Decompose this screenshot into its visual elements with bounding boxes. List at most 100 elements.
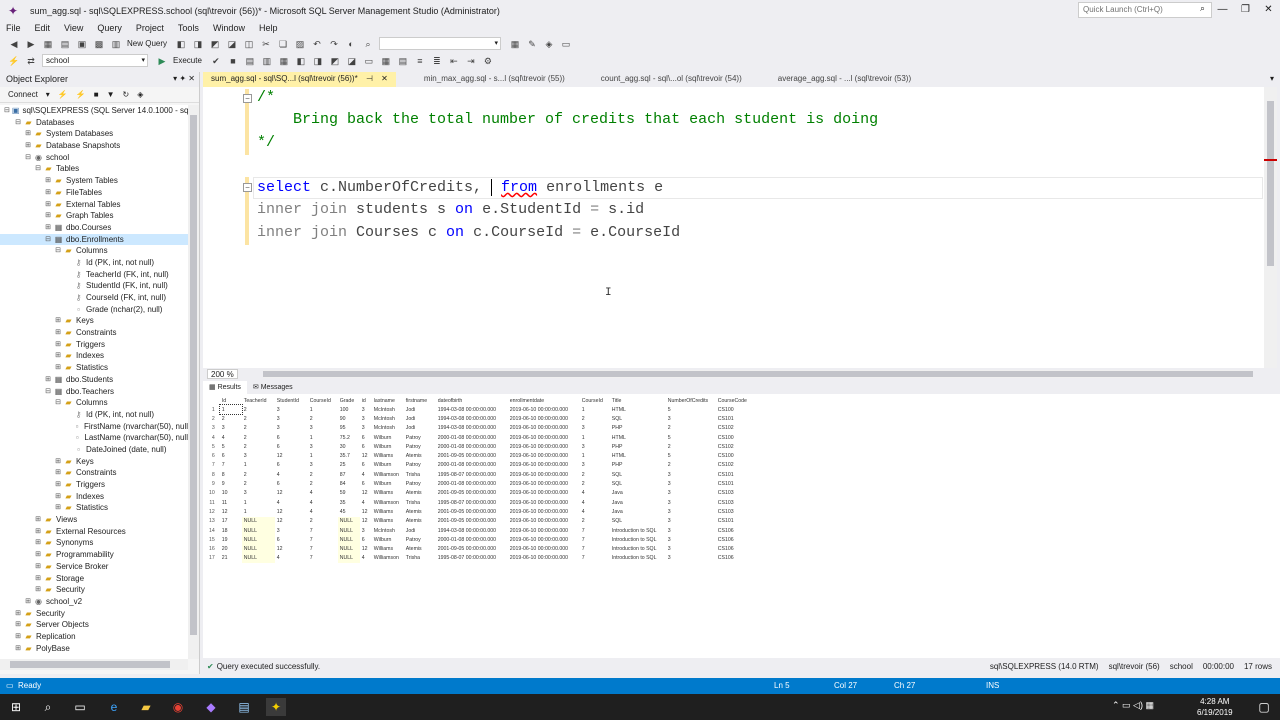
grid-cell[interactable]: PHP	[610, 461, 666, 470]
grid-cell[interactable]: NULL	[241, 535, 275, 545]
grid-cell[interactable]: Atemis	[404, 489, 436, 498]
menu-query[interactable]: Query	[97, 23, 122, 33]
grid-cell[interactable]: Jodi	[404, 424, 436, 433]
grid-cell[interactable]: 1	[242, 461, 275, 470]
grid-cell[interactable]: PHP	[610, 442, 666, 451]
table-row[interactable]: 12 12 1 12 4 45 12 Williams Atemis 2001-09-05 00:…	[207, 507, 756, 516]
grid-cell[interactable]: 3	[360, 414, 372, 423]
grid-cell[interactable]: 90	[338, 414, 360, 423]
grid-cell[interactable]: 4	[580, 498, 610, 507]
tree-node[interactable]: ⊟ ▰ Columns	[0, 245, 188, 257]
grid-column-header[interactable]: CourseCode	[716, 396, 756, 405]
grid-cell[interactable]: Williams	[372, 451, 404, 460]
grid-cell[interactable]: 5	[666, 433, 716, 442]
table-row[interactable]: 5 5 2 6 3 30 6 Wilburn Patroy 2000-01-08 00:00:00…	[207, 442, 756, 451]
back-icon[interactable]: ◀	[8, 38, 20, 50]
grid-cell[interactable]: 3	[666, 479, 716, 488]
grid-cell[interactable]: Trisha	[404, 554, 436, 563]
grid-cell[interactable]: 2019-06-10 00:00:00.000	[508, 535, 580, 544]
grid-column-header[interactable]: id	[360, 396, 372, 405]
row-number[interactable]: 11	[207, 498, 220, 507]
grid-cell[interactable]: 3	[580, 442, 610, 451]
dax-icon[interactable]: ◫	[243, 38, 255, 50]
save-all-icon[interactable]: ▩	[93, 38, 105, 50]
copy-icon[interactable]: ❏	[277, 38, 289, 50]
chrome-icon[interactable]: ◉	[168, 698, 188, 716]
grid-cell[interactable]: 2000-01-08 00:00:00.000	[436, 433, 508, 442]
grid-cell[interactable]: 2019-06-10 00:00:00.000	[508, 526, 580, 535]
grid-cell[interactable]: 35.7	[338, 451, 360, 460]
grid-cell[interactable]: 6	[275, 479, 308, 488]
grid-cell[interactable]: 2000-01-08 00:00:00.000	[436, 442, 508, 451]
grid-cell[interactable]: Williamson	[372, 498, 404, 507]
grid-cell[interactable]: 19	[220, 535, 242, 544]
grid-cell[interactable]: 7	[580, 544, 610, 553]
minimize-button[interactable]: —	[1211, 0, 1234, 20]
grid-cell[interactable]: 7	[308, 554, 338, 563]
grid-cell[interactable]: 30	[338, 442, 360, 451]
grid-cell[interactable]: 5	[666, 405, 716, 414]
taskbar-clock[interactable]: 4:28 AM 6/19/2019	[1197, 696, 1233, 718]
grid-cell[interactable]: 6	[275, 433, 308, 442]
grid-cell[interactable]: 2000-01-08 00:00:00.000	[436, 479, 508, 488]
grid-cell[interactable]: Patroy	[404, 535, 436, 544]
table-row[interactable]: 3 3 2 3 3 95 3 McIntosh Jodi 1994-03-08 00:00:00.…	[207, 424, 756, 433]
grid-cell[interactable]: 1	[308, 405, 338, 414]
row-number[interactable]: 14	[207, 526, 220, 535]
tree-node[interactable]: ⊞ ▰ Keys	[0, 315, 188, 327]
grid-cell[interactable]: 7	[308, 535, 338, 544]
collapse-icon[interactable]: ⊟	[24, 152, 32, 164]
expand-icon[interactable]: ⊞	[14, 619, 22, 631]
expand-icon[interactable]: ⊞	[54, 479, 62, 491]
tree-node[interactable]: ⊞ ▰ System Databases	[0, 128, 188, 140]
object-explorer-tree[interactable]: ⊟ ▣ sql\SQLEXPRESS (SQL Server 14.0.1000 -…	[0, 105, 188, 659]
grid-cell[interactable]: 3	[666, 414, 716, 423]
grid-cell[interactable]: Patroy	[404, 461, 436, 470]
registered-servers-icon[interactable]: ◈	[543, 38, 555, 50]
grid-cell[interactable]: Wilburn	[372, 461, 404, 470]
grid-cell[interactable]: 2019-06-10 00:00:00.000	[508, 433, 580, 442]
grid-cell[interactable]: 3	[666, 526, 716, 535]
grid-cell[interactable]: NULL	[337, 553, 360, 564]
system-tray-icons[interactable]: ⌃ ▭ ◁) ▦	[1112, 700, 1154, 711]
results-file-icon[interactable]: ▤	[397, 55, 409, 67]
notifications-icon[interactable]: ▢	[1254, 698, 1274, 716]
grid-cell[interactable]: 2001-09-05 00:00:00.000	[436, 517, 508, 526]
grid-cell[interactable]: 12	[360, 544, 372, 553]
grid-column-header[interactable]: enrollmentdate	[508, 396, 580, 405]
toolbox-icon[interactable]: ✎	[526, 38, 538, 50]
grid-cell[interactable]: Wilburn	[372, 535, 404, 544]
tree-node[interactable]: ▫ DateJoined (date, null)	[0, 444, 188, 456]
tree-node[interactable]: ⊞ ▦ dbo.Courses	[0, 222, 188, 234]
tree-node[interactable]: ⊞ ▰ Keys	[0, 456, 188, 468]
grid-cell[interactable]: 3	[666, 489, 716, 498]
grid-cell[interactable]: CS100	[716, 433, 756, 442]
expand-icon[interactable]: ⊞	[34, 573, 42, 585]
stop-icon[interactable]: ■	[94, 90, 99, 99]
grid-cell[interactable]: Wilburn	[372, 479, 404, 488]
grid-cell[interactable]: CS102	[716, 461, 756, 470]
grid-cell[interactable]: 3	[580, 424, 610, 433]
grid-cell[interactable]: 1	[580, 451, 610, 460]
tab-overflow-icon[interactable]: ▾	[1270, 74, 1274, 83]
parse-icon[interactable]: ✔	[210, 55, 222, 67]
grid-cell[interactable]: 7	[308, 544, 338, 553]
grid-cell[interactable]: 3	[242, 489, 275, 498]
grid-cell[interactable]: 2	[580, 414, 610, 423]
live-stats-icon[interactable]: ◩	[329, 55, 341, 67]
table-row[interactable]: 9 9 2 6 2 84 6 Wilburn Patroy 2000-01-08 00:00:00…	[207, 479, 756, 488]
tree-node[interactable]: ⊞ ▰ Indexes	[0, 491, 188, 503]
grid-cell[interactable]: 8	[220, 470, 242, 479]
grid-cell[interactable]: McIntosh	[372, 414, 404, 423]
grid-cell[interactable]: 12	[275, 451, 308, 460]
comment-icon[interactable]: ≡	[414, 55, 426, 67]
grid-cell[interactable]: 2	[580, 470, 610, 479]
table-row[interactable]: 2 2 2 3 2 90 3 McIntosh Jodi 1994-03-08 00:00:00.…	[207, 414, 756, 423]
expand-icon[interactable]: ⊞	[24, 596, 32, 608]
grid-cell[interactable]: CS101	[716, 479, 756, 488]
grid-cell[interactable]: 95	[338, 424, 360, 433]
grid-cell[interactable]: 12	[275, 544, 308, 553]
grid-cell[interactable]: Java	[610, 507, 666, 516]
tree-node[interactable]: ⊞ ▰ External Resources	[0, 526, 188, 538]
grid-cell[interactable]: 4	[580, 489, 610, 498]
